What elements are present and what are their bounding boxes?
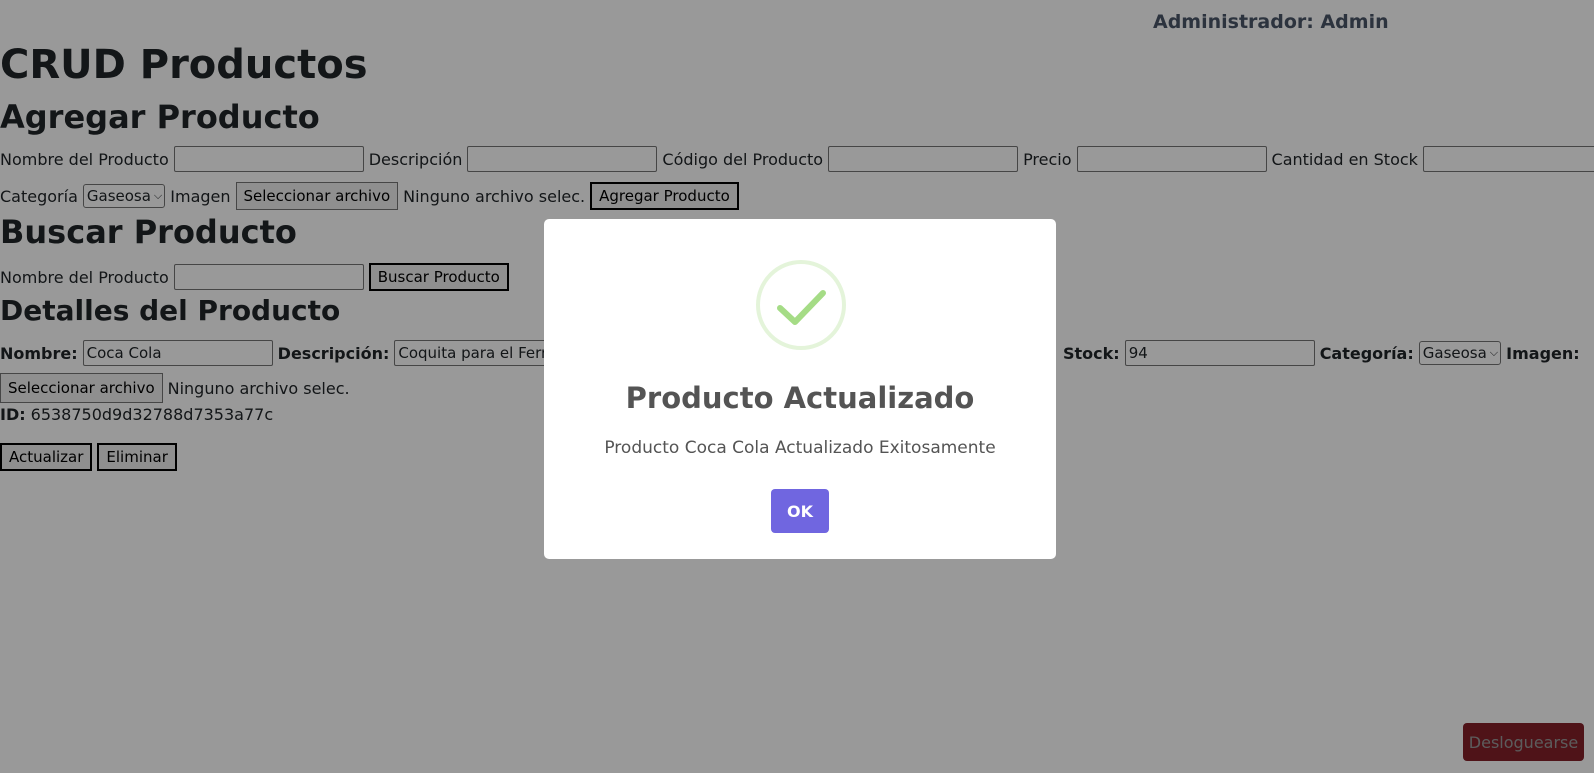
- success-dialog: Producto Actualizado Producto Coca Cola …: [544, 219, 1056, 559]
- page: Administrador: Admin CRUD Productos Agre…: [0, 0, 1594, 773]
- ok-button[interactable]: OK: [771, 489, 829, 533]
- dialog-title: Producto Actualizado: [625, 381, 975, 415]
- success-check-icon: [756, 260, 846, 350]
- dialog-message: Producto Coca Cola Actualizado Exitosame…: [604, 438, 996, 458]
